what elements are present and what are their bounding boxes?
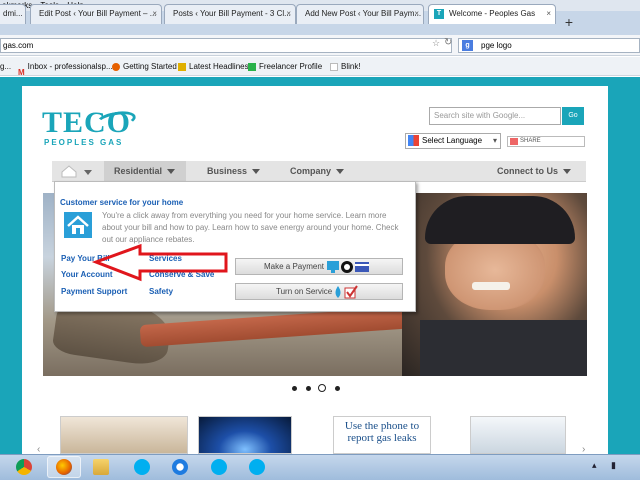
tile-text: Use the phone to report gas leaks (344, 420, 420, 444)
tab-4[interactable]: Add New Post ‹ Your Bill Paym... × (296, 4, 424, 24)
close-icon[interactable]: × (546, 5, 551, 23)
bookmark-label: Getting Started (123, 62, 177, 71)
tray-network-icon[interactable]: ▮ (611, 460, 616, 470)
nav-label: Connect to Us (497, 166, 559, 176)
carousel-dot[interactable] (306, 386, 311, 391)
bookmark-label: Latest Headlines (189, 62, 249, 71)
tile-report-gas-leaks[interactable]: Use the phone to report gas leaks (333, 416, 431, 454)
tab-title: Edit Post ‹ Your Bill Payment – ... (39, 9, 157, 18)
share-plus-icon (510, 138, 518, 145)
bookmark-freelancer[interactable]: Freelancer Profile (248, 57, 322, 76)
close-icon[interactable]: × (286, 5, 291, 23)
close-icon[interactable]: × (414, 5, 419, 23)
google-translate-icon (408, 135, 419, 146)
search-value: pge logo (481, 41, 512, 50)
home-icon (61, 165, 92, 178)
bookmark-latest-headlines[interactable]: Latest Headlines (178, 57, 249, 76)
service-icon (335, 285, 358, 299)
make-payment-button[interactable]: Make a Payment (235, 258, 403, 275)
bookmark-label: Blink! (341, 62, 361, 71)
turn-on-service-button[interactable]: Turn on Service (235, 283, 403, 300)
tab-title: Posts ‹ Your Bill Payment - 3 Cl... (173, 9, 291, 18)
hero-smile (472, 282, 510, 290)
caret-down-icon (252, 169, 261, 175)
blank-page-icon (330, 62, 338, 71)
share-button[interactable]: SHARE (507, 136, 585, 147)
nav-residential[interactable]: Residential (104, 161, 186, 182)
tab-3[interactable]: Posts ‹ Your Bill Payment - 3 Cl... × (164, 4, 296, 24)
tab-title: Add New Post ‹ Your Bill Paym... (305, 9, 422, 18)
bookmark-getting-started[interactable]: Getting Started (112, 57, 177, 76)
tab-title: Welcome - Peoples Gas (449, 9, 536, 18)
tile-gas-truck[interactable] (470, 416, 566, 454)
button-label: Turn on Service (276, 287, 333, 296)
carousel-dot[interactable] (292, 386, 297, 391)
nav-label: Company (290, 166, 332, 176)
caret-down-icon (336, 169, 345, 175)
firefox-icon (112, 62, 120, 71)
gmail-icon: M (18, 67, 25, 77)
search-go-button[interactable]: Go (562, 107, 584, 125)
bookmark-item[interactable]: g... (0, 57, 11, 76)
house-icon (64, 212, 92, 238)
site-search-input[interactable]: Search site with Google... (429, 107, 561, 125)
google-icon: g (462, 40, 473, 51)
tile-money[interactable] (60, 416, 188, 454)
chevron-down-icon: ▾ (492, 136, 497, 145)
chrome-icon (16, 459, 32, 475)
bookmark-inbox[interactable]: MInbox - professionalsp... (18, 57, 113, 77)
caret-down-icon (167, 169, 176, 175)
bookmark-label: Freelancer Profile (259, 62, 323, 71)
skype-icon (134, 459, 150, 475)
carousel-dot[interactable] (335, 386, 340, 391)
tile-gas-flame[interactable] (198, 416, 292, 454)
bookmarks-bar: g... MInbox - professionalsp... Getting … (0, 57, 640, 77)
nav-company[interactable]: Company (290, 161, 345, 182)
rss-icon (178, 62, 186, 71)
tray-arrow-icon[interactable]: ▴ (592, 460, 597, 470)
annotation-arrow (91, 243, 228, 282)
bookmark-label: Inbox - professionalsp... (27, 62, 113, 71)
payment-methods-icon (327, 261, 369, 273)
freelancer-icon (248, 62, 256, 71)
new-tab-button[interactable]: + (560, 14, 578, 32)
language-select[interactable]: Select Language ▾ (405, 133, 501, 149)
button-label: Make a Payment (264, 262, 325, 271)
carousel-dot-active[interactable] (318, 384, 326, 392)
browser-search-field[interactable]: g pge logo (458, 38, 640, 53)
tab-5-active[interactable]: T Welcome - Peoples Gas × (428, 4, 556, 24)
close-icon[interactable]: × (152, 5, 157, 23)
hero-cap (425, 196, 575, 244)
system-tray[interactable]: ▴ ▮ (592, 460, 616, 471)
bookmark-blink[interactable]: Blink! (330, 57, 361, 76)
tab-1[interactable]: dmi... (0, 4, 26, 24)
tab-title: dmi... (3, 9, 23, 18)
firefox-icon (56, 459, 72, 475)
skype-icon (211, 459, 227, 475)
link-payment-support[interactable]: Payment Support (61, 287, 127, 296)
share-label: SHARE (520, 138, 541, 144)
ie-icon (172, 459, 188, 475)
folder-icon (93, 459, 109, 475)
reload-icon[interactable]: ↻ (444, 37, 452, 48)
nav-business[interactable]: Business (207, 161, 261, 182)
nav-connect[interactable]: Connect to Us (497, 161, 572, 182)
skype-icon (249, 459, 265, 475)
peoples-gas-logo-text: PEOPLES GAS (44, 138, 124, 147)
nav-label: Business (207, 166, 248, 176)
teco-favicon-icon: T (434, 9, 444, 19)
language-label: Select Language (422, 136, 483, 145)
hero-shirt (420, 320, 587, 376)
bookmark-label: g... (0, 62, 12, 71)
bookmark-star-icon[interactable]: ☆ (432, 38, 440, 49)
nav-label: Residential (114, 166, 163, 176)
nav-home[interactable] (52, 161, 104, 182)
dropdown-title[interactable]: Customer service for your home (60, 198, 183, 207)
caret-down-icon (563, 169, 572, 175)
url-field[interactable]: gas.com (0, 38, 452, 53)
tab-2[interactable]: Edit Post ‹ Your Bill Payment – ... × (30, 4, 162, 24)
link-safety[interactable]: Safety (149, 287, 173, 296)
